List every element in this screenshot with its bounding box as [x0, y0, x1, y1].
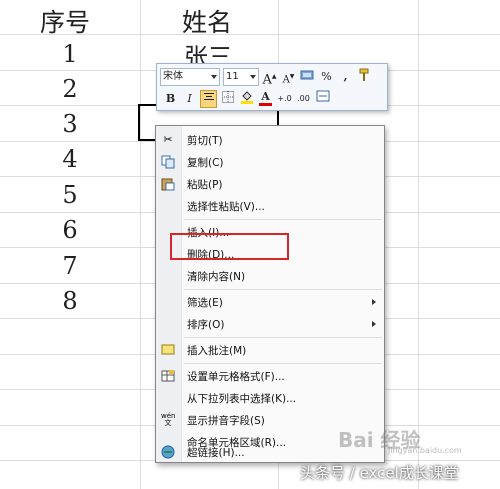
toutiao-watermark: 头条号 / excel成长课堂: [300, 464, 459, 482]
fill-bucket-icon: [240, 91, 253, 104]
grow-font-button[interactable]: A▲: [261, 68, 278, 88]
font-color-button[interactable]: A: [257, 90, 274, 108]
submenu-arrow-icon: [372, 321, 376, 327]
font-name-dropdown[interactable]: 宋体: [160, 68, 220, 86]
index-cell[interactable]: 2: [0, 75, 140, 103]
active-cell-border: [138, 104, 158, 106]
menu-item-label: 复制(C): [187, 157, 224, 169]
submenu-arrow-icon: [372, 299, 376, 305]
scissors-icon: ✂: [163, 133, 173, 146]
chevron-down-icon: [211, 75, 217, 79]
copy-icon: [161, 155, 175, 169]
mini-toolbar: 宋体 11 A▲ A▼ % , B I A +.0 .00: [156, 63, 388, 111]
font-color-icon: A: [261, 90, 270, 103]
menu-item-clear-contents[interactable]: 清除内容(N): [156, 265, 384, 287]
menu-item-label: 剪切(T): [187, 135, 223, 147]
index-cell[interactable]: 4: [0, 145, 140, 173]
active-cell-border: [138, 104, 140, 141]
menu-item-paste-special[interactable]: 选择性粘贴(V)...: [156, 195, 384, 217]
index-cell[interactable]: 5: [0, 181, 140, 209]
menu-item-label: 从下拉列表中选择(K)...: [187, 393, 297, 405]
merge-center-icon: [316, 90, 329, 102]
header-cell-index[interactable]: 序号: [40, 3, 90, 39]
menu-item-format-cells[interactable]: 设置单元格格式(F)...: [156, 365, 384, 387]
menu-separator: [184, 289, 382, 290]
format-painter-button[interactable]: [356, 68, 373, 86]
accounting-format-button[interactable]: [299, 68, 316, 86]
menu-item-pick-from-list[interactable]: 从下拉列表中选择(K)...: [156, 387, 384, 409]
menu-item-label: 超链接(H)...: [187, 447, 245, 459]
menu-item-label: 清除内容(N): [187, 271, 246, 283]
merge-cells-button[interactable]: [314, 90, 331, 108]
grid-column-line: [418, 0, 419, 489]
font-size-dropdown[interactable]: 11: [223, 68, 259, 86]
menu-item-filter[interactable]: 筛选(E): [156, 291, 384, 313]
align-center-icon: [203, 93, 214, 100]
menu-item-paste[interactable]: 粘贴(P): [156, 173, 384, 195]
context-menu: ✂ 剪切(T) 复制(C) 粘贴(P) 选择性粘贴(V)... 插入(I)...…: [155, 125, 385, 463]
index-cell[interactable]: 1: [0, 40, 140, 68]
menu-separator: [184, 363, 382, 364]
mini-toolbar-row-2: B I A +.0 .00: [160, 89, 331, 109]
index-cell[interactable]: 3: [0, 110, 140, 138]
paste-icon: [161, 177, 175, 191]
borders-button[interactable]: [219, 90, 236, 108]
menu-item-label: 设置单元格格式(F)...: [187, 371, 285, 383]
index-cell[interactable]: 6: [0, 216, 140, 244]
format-painter-icon: [359, 68, 368, 81]
menu-item-insert-comment[interactable]: 插入批注(M): [156, 339, 384, 361]
menu-separator: [184, 219, 382, 220]
menu-item-sort[interactable]: 排序(O): [156, 313, 384, 335]
chevron-down-icon: [250, 75, 256, 79]
index-cell[interactable]: 7: [0, 252, 140, 280]
menu-item-label: 选择性粘贴(V)...: [187, 201, 265, 213]
center-align-button[interactable]: [200, 90, 217, 108]
name-cell[interactable]: 张三: [184, 37, 232, 63]
hyperlink-icon: [161, 445, 175, 459]
italic-button[interactable]: I: [181, 90, 198, 108]
percent-button[interactable]: %: [318, 68, 335, 86]
baidu-watermark-sub: jingyan.baidu.com: [388, 446, 462, 455]
menu-item-label: 粘贴(P): [187, 179, 223, 191]
increase-decimal-button[interactable]: +.0: [276, 90, 293, 108]
bold-button[interactable]: B: [162, 90, 179, 108]
menu-item-copy[interactable]: 复制(C): [156, 151, 384, 173]
font-name-value: 宋体: [163, 71, 183, 82]
mini-toolbar-row-1: 宋体 11 A▲ A▼ % ,: [160, 67, 373, 87]
menu-item-label: 筛选(E): [187, 297, 223, 309]
comment-icon: [161, 343, 175, 357]
accounting-format-icon: [300, 70, 313, 80]
format-cells-icon: [161, 369, 175, 383]
borders-icon: [221, 91, 234, 103]
index-cell[interactable]: 8: [0, 287, 140, 315]
fill-color-button[interactable]: [238, 90, 255, 108]
menu-item-label: 插入批注(M): [187, 345, 247, 357]
grow-font-icon: A: [262, 72, 272, 88]
grid-column-line: [140, 0, 141, 489]
menu-item-label: 排序(O): [187, 319, 225, 331]
phonetic-icon: wén 文: [161, 412, 176, 427]
shrink-font-icon: A: [282, 74, 290, 86]
header-cell-name[interactable]: 姓名: [182, 3, 232, 39]
font-size-value: 11: [226, 71, 239, 82]
comma-button[interactable]: ,: [337, 68, 354, 86]
highlight-box: [170, 233, 289, 260]
shrink-font-button[interactable]: A▼: [280, 68, 297, 86]
decrease-decimal-button[interactable]: .00: [295, 90, 312, 108]
menu-item-cut[interactable]: ✂ 剪切(T): [156, 129, 384, 151]
menu-separator: [184, 337, 382, 338]
menu-item-label: 显示拼音字段(S): [187, 415, 265, 427]
